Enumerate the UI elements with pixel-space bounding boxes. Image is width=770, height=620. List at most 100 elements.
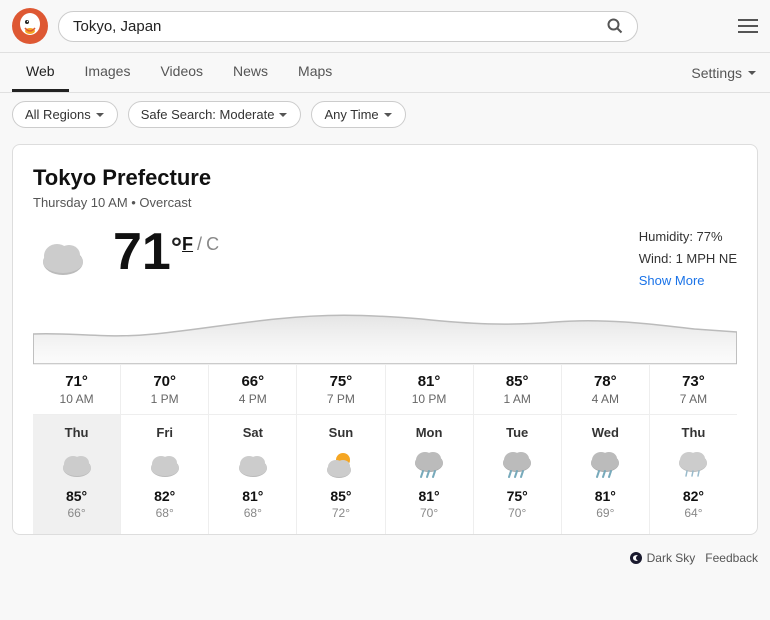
daily-low: 69°: [566, 506, 645, 520]
hourly-item: 75° 7 PM: [297, 365, 385, 414]
hourly-time: 1 AM: [478, 392, 557, 406]
daily-high: 82°: [654, 488, 733, 504]
region-filter[interactable]: All Regions: [12, 101, 118, 128]
wind: Wind: 1 MPH NE: [639, 248, 737, 270]
feedback-link[interactable]: Feedback: [705, 551, 758, 565]
daily-day: Sat: [213, 425, 292, 440]
hourly-time: 4 PM: [213, 392, 292, 406]
weather-card: Tokyo Prefecture Thursday 10 AM • Overca…: [12, 144, 758, 535]
tab-news[interactable]: News: [219, 53, 282, 92]
weather-details: Humidity: 77% Wind: 1 MPH NE Show More: [639, 226, 737, 292]
daily-forecast: Thu 85° 66° Fri 82° 68° Sat: [33, 414, 737, 534]
daily-day: Tue: [478, 425, 557, 440]
hourly-item: 81° 10 PM: [386, 365, 474, 414]
daily-day: Thu: [37, 425, 116, 440]
unit-f[interactable]: F: [182, 234, 193, 255]
daily-low: 70°: [390, 506, 469, 520]
forecast-graph: [33, 304, 737, 364]
current-temp: 71: [113, 226, 171, 278]
daily-icon: [235, 446, 271, 482]
daily-high: 85°: [301, 488, 380, 504]
daily-low: 68°: [125, 506, 204, 520]
tab-images[interactable]: Images: [71, 53, 145, 92]
footer-links: Dark Sky Feedback: [0, 543, 770, 573]
humidity: Humidity: 77%: [639, 226, 737, 248]
daily-high: 81°: [390, 488, 469, 504]
daily-icon: [323, 446, 359, 482]
daily-low: 68°: [213, 506, 292, 520]
filters-bar: All Regions Safe Search: Moderate Any Ti…: [0, 93, 770, 136]
safe-search-filter[interactable]: Safe Search: Moderate: [128, 101, 302, 128]
search-button[interactable]: [607, 18, 623, 34]
daily-item: Wed 81° 69°: [562, 415, 650, 534]
daily-day: Mon: [390, 425, 469, 440]
daily-icon: [499, 446, 535, 482]
daily-high: 81°: [566, 488, 645, 504]
hamburger-menu[interactable]: [738, 19, 758, 33]
daily-item: Mon 81° 70°: [386, 415, 474, 534]
hourly-temp: 85°: [478, 373, 557, 390]
hourly-time: 10 PM: [390, 392, 469, 406]
daily-high: 75°: [478, 488, 557, 504]
search-input[interactable]: [73, 18, 599, 35]
hourly-temp: 81°: [390, 373, 469, 390]
daily-icon: [675, 446, 711, 482]
weather-subtitle: Thursday 10 AM • Overcast: [33, 195, 737, 210]
settings-tab[interactable]: Settings: [691, 65, 758, 81]
daily-low: 64°: [654, 506, 733, 520]
daily-item: Thu 82° 64°: [650, 415, 737, 534]
temp-block: 71 ° F / C: [113, 226, 219, 278]
hourly-time: 7 AM: [654, 392, 733, 406]
current-weather-icon: [33, 226, 93, 286]
hourly-time: 7 PM: [301, 392, 380, 406]
daily-icon: [147, 446, 183, 482]
hourly-temp: 66°: [213, 373, 292, 390]
hourly-item: 73° 7 AM: [650, 365, 737, 414]
daily-item: Fri 82° 68°: [121, 415, 209, 534]
unit-c[interactable]: C: [206, 234, 219, 255]
time-filter[interactable]: Any Time: [311, 101, 405, 128]
hourly-temp: 70°: [125, 373, 204, 390]
hourly-time: 10 AM: [37, 392, 116, 406]
daily-icon: [411, 446, 447, 482]
hourly-item: 66° 4 PM: [209, 365, 297, 414]
tab-web[interactable]: Web: [12, 53, 69, 92]
top-bar: [0, 0, 770, 53]
tab-videos[interactable]: Videos: [146, 53, 217, 92]
dark-sky-text[interactable]: Dark Sky: [647, 551, 696, 565]
hourly-item: 78° 4 AM: [562, 365, 650, 414]
hourly-time: 1 PM: [125, 392, 204, 406]
daily-high: 85°: [37, 488, 116, 504]
hourly-temp: 73°: [654, 373, 733, 390]
dark-sky-link[interactable]: Dark Sky: [629, 551, 696, 565]
daily-high: 81°: [213, 488, 292, 504]
hourly-item: 85° 1 AM: [474, 365, 562, 414]
daily-item: Sun 85° 72°: [297, 415, 385, 534]
daily-day: Wed: [566, 425, 645, 440]
daily-day: Sun: [301, 425, 380, 440]
duckduckgo-logo[interactable]: [12, 8, 48, 44]
temp-unit: F / C: [182, 226, 219, 255]
weather-title: Tokyo Prefecture: [33, 165, 737, 191]
daily-icon: [59, 446, 95, 482]
hourly-temp: 78°: [566, 373, 645, 390]
daily-low: 70°: [478, 506, 557, 520]
search-bar: [58, 11, 638, 42]
weather-current: 71 ° F / C Humidity: 77% Wind: 1 MPH NE …: [33, 226, 737, 292]
hourly-temp: 75°: [301, 373, 380, 390]
daily-item: Tue 75° 70°: [474, 415, 562, 534]
hourly-item: 71° 10 AM: [33, 365, 121, 414]
daily-item: Thu 85° 66°: [33, 415, 121, 534]
show-more-button[interactable]: Show More: [639, 270, 737, 292]
daily-icon: [587, 446, 623, 482]
hourly-item: 70° 1 PM: [121, 365, 209, 414]
nav-tabs: Web Images Videos News Maps Settings: [0, 53, 770, 93]
daily-day: Thu: [654, 425, 733, 440]
daily-low: 72°: [301, 506, 380, 520]
daily-item: Sat 81° 68°: [209, 415, 297, 534]
hourly-time: 4 AM: [566, 392, 645, 406]
daily-high: 82°: [125, 488, 204, 504]
hourly-temp: 71°: [37, 373, 116, 390]
daily-low: 66°: [37, 506, 116, 520]
tab-maps[interactable]: Maps: [284, 53, 346, 92]
